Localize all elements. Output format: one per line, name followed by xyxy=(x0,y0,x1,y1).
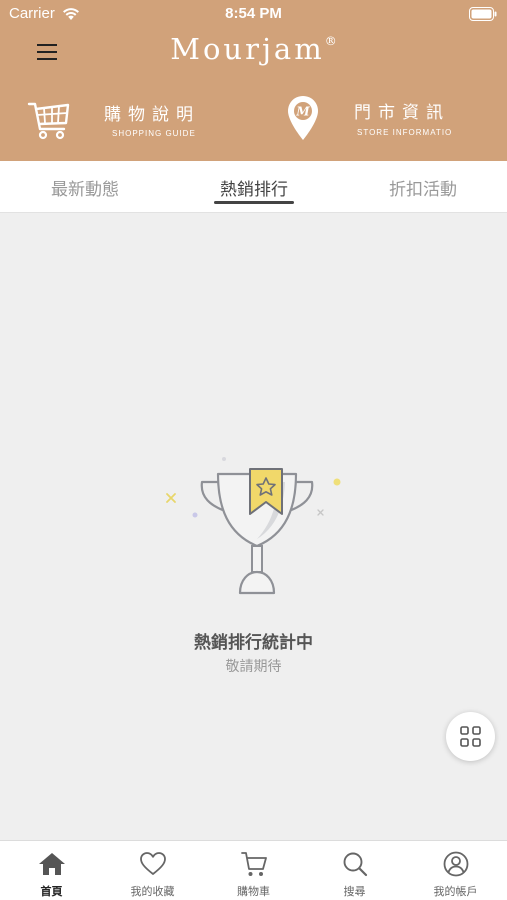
heart-icon xyxy=(140,852,166,875)
shopping-guide-sublabel: SHOPPING GUIDE xyxy=(112,129,196,138)
map-pin-icon: M xyxy=(286,94,320,146)
tab-latest-news[interactable]: 最新動態 xyxy=(30,175,140,200)
status-bar: Carrier 8:54 PM xyxy=(0,4,507,26)
svg-text:M: M xyxy=(295,105,310,119)
grid-view-button[interactable] xyxy=(446,712,495,761)
tab-best-sellers[interactable]: 熱銷排行 xyxy=(199,175,309,200)
tabbar-search[interactable]: 搜尋 xyxy=(304,841,405,900)
tabbar-cart-label: 購物車 xyxy=(237,885,270,898)
grid-icon xyxy=(460,726,481,747)
status-time: 8:54 PM xyxy=(225,5,282,22)
tabbar-home-label: 首頁 xyxy=(40,885,63,898)
shopping-guide-label: 購物說明 xyxy=(104,105,200,125)
app-header: Carrier 8:54 PM Mourjam® 購物說明 SHOPPING G… xyxy=(0,0,507,161)
home-icon xyxy=(39,853,65,875)
tab-discounts[interactable]: 折扣活動 xyxy=(368,175,478,200)
tabbar-cart[interactable]: 購物車 xyxy=(203,841,304,900)
shopping-guide-link[interactable]: 購物說明 SHOPPING GUIDE xyxy=(26,92,226,148)
cart-icon xyxy=(241,852,267,876)
store-info-link[interactable]: M 門市資訊 STORE INFORMATIO xyxy=(284,92,484,148)
tabbar-favorites-label: 我的收藏 xyxy=(130,885,175,898)
category-tabs: 最新動態 熱銷排行 折扣活動 xyxy=(0,161,507,213)
tabbar-search-label: 搜尋 xyxy=(343,885,366,898)
trophy-icon xyxy=(160,452,350,606)
tabbar-account[interactable]: 我的帳戶 xyxy=(405,841,506,900)
brand-logo: Mourjam® xyxy=(0,32,507,66)
tabbar-home[interactable]: 首頁 xyxy=(1,841,102,900)
battery-icon xyxy=(469,7,497,25)
tabbar-account-label: 我的帳戶 xyxy=(433,885,478,898)
account-icon xyxy=(443,851,469,877)
active-tab-indicator xyxy=(214,201,294,204)
store-info-sublabel: STORE INFORMATIO xyxy=(357,128,453,137)
empty-state-title: 熱銷排行統計中 xyxy=(194,633,313,653)
bottom-tab-bar: 首頁 我的收藏 購物車 搜尋 我的帳戶 xyxy=(0,840,507,900)
search-icon xyxy=(343,852,368,877)
brand-name: Mourjam xyxy=(170,32,325,66)
empty-state-subtitle: 敬請期待 xyxy=(225,659,282,675)
shopping-cart-icon xyxy=(26,96,72,146)
store-info-label: 門市資訊 xyxy=(354,103,450,123)
tabbar-favorites[interactable]: 我的收藏 xyxy=(102,841,203,900)
registered-mark: ® xyxy=(324,34,337,48)
